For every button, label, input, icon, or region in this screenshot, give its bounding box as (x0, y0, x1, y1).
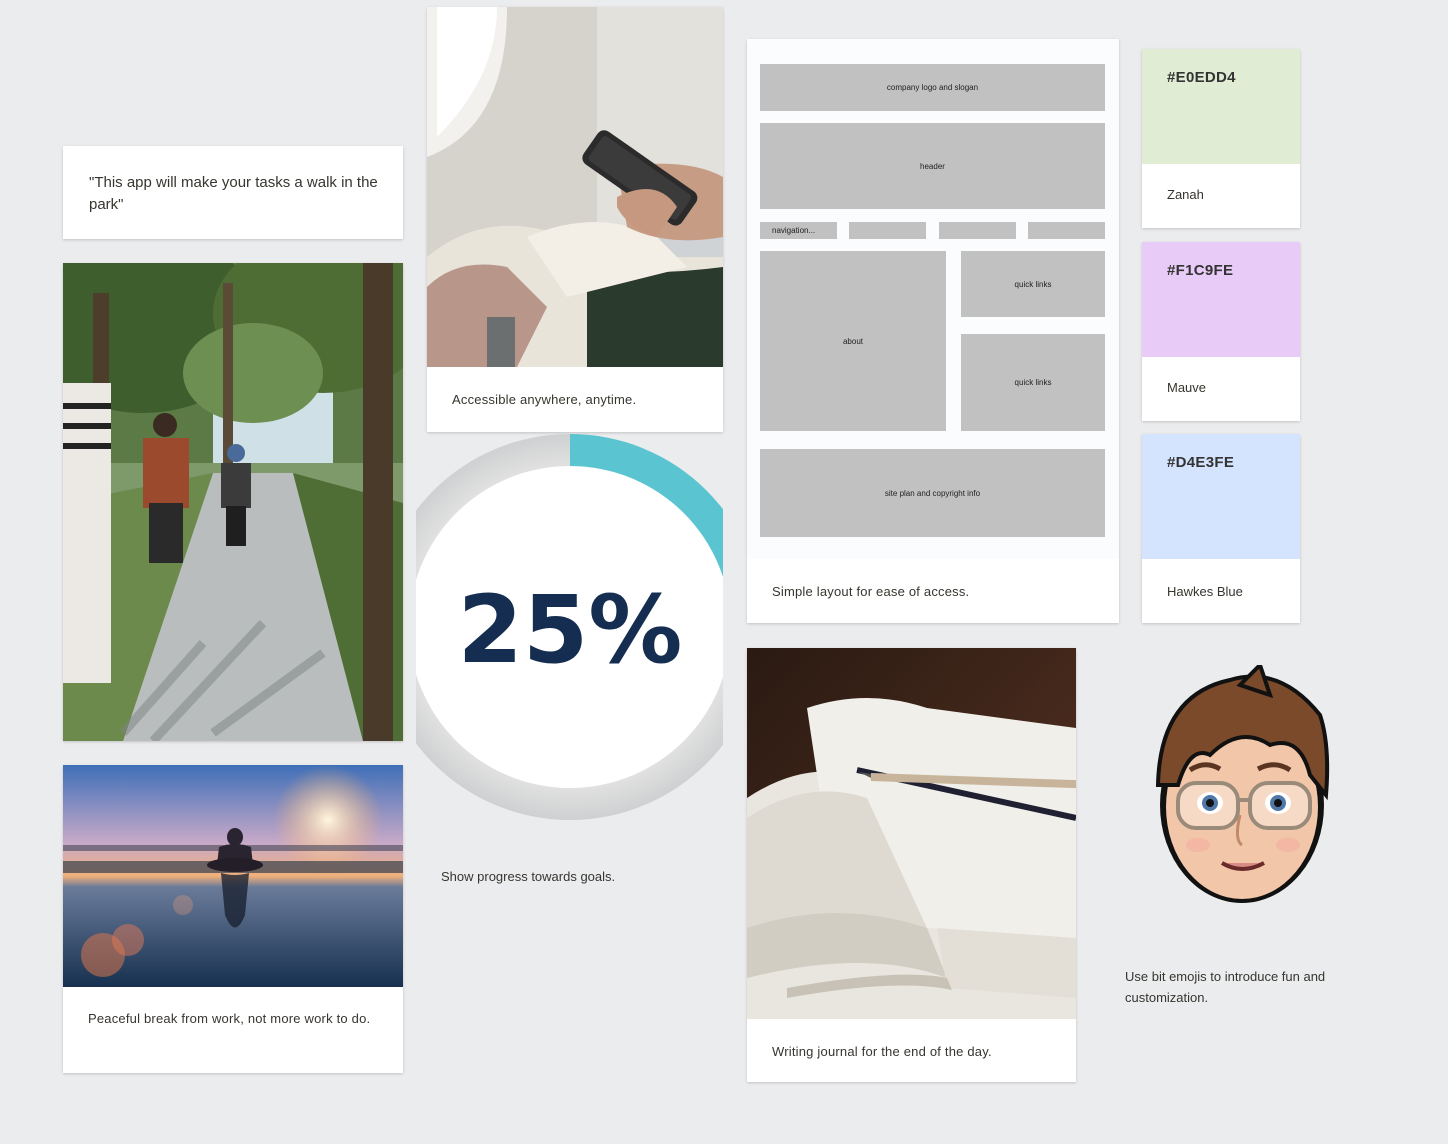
wf-logo: company logo and slogan (760, 64, 1105, 111)
journal-card[interactable]: Writing journal for the end of the day. (747, 648, 1076, 1082)
swatch-card-3[interactable]: #D4E3FE Hawkes Blue (1142, 434, 1300, 623)
bitmoji-avatar-icon (1150, 661, 1334, 910)
layout-caption: Simple layout for ease of access. (772, 584, 970, 599)
park-walk-card[interactable] (63, 263, 403, 741)
quote-text: "This app will make your tasks a walk in… (89, 174, 378, 213)
meditation-card[interactable]: Peaceful break from work, not more work … (63, 765, 403, 1073)
swatch-hex-2: #F1C9FE (1167, 262, 1234, 279)
swatch-card-1[interactable]: #E0EDD4 Zanah (1142, 49, 1300, 228)
park-walk-photo-icon (63, 263, 403, 741)
wf-about: about (760, 251, 946, 431)
swatch-name-3: Hawkes Blue (1167, 584, 1243, 599)
progress-caption: Show progress towards goals. (441, 869, 616, 884)
wf-header: header (760, 123, 1105, 209)
swatch-color-3 (1142, 434, 1300, 559)
wf-footer: site plan and copyright info (760, 449, 1105, 537)
swatch-card-2[interactable]: #F1C9FE Mauve (1142, 242, 1300, 421)
open-journal-pencil-photo-icon (747, 648, 1076, 1019)
meditation-sunset-photo-icon (63, 765, 403, 987)
progress-graphic: 25% (416, 434, 723, 820)
phone-card[interactable]: Accessible anywhere, anytime. (427, 7, 723, 432)
meditation-caption: Peaceful break from work, not more work … (88, 1011, 371, 1026)
swatch-hex-1: #E0EDD4 (1167, 69, 1236, 86)
avatar-caption: Use bit emojis to introduce fun and cust… (1125, 969, 1326, 1005)
wf-quick-links-1: quick links (961, 251, 1105, 317)
progress-value: 25% (458, 576, 683, 685)
phone-in-hands-photo-icon (427, 7, 723, 367)
swatch-name-2: Mauve (1167, 380, 1207, 395)
swatch-name-1: Zanah (1167, 187, 1204, 202)
wf-nav-3 (939, 222, 1016, 239)
swatch-hex-3: #D4E3FE (1167, 454, 1235, 471)
layout-card[interactable]: company logo and slogan header navigatio… (747, 39, 1119, 623)
wireframe: company logo and slogan header navigatio… (747, 39, 1119, 559)
swatch-color-1 (1142, 49, 1300, 164)
phone-caption: Accessible anywhere, anytime. (452, 392, 637, 407)
wf-nav-4 (1028, 222, 1105, 239)
journal-caption: Writing journal for the end of the day. (772, 1044, 992, 1059)
wf-quick-links-2: quick links (961, 334, 1105, 431)
wf-nav-1: navigation... (760, 222, 837, 239)
wf-nav-2 (849, 222, 926, 239)
quote-card[interactable]: "This app will make your tasks a walk in… (63, 146, 403, 239)
swatch-color-2 (1142, 242, 1300, 357)
